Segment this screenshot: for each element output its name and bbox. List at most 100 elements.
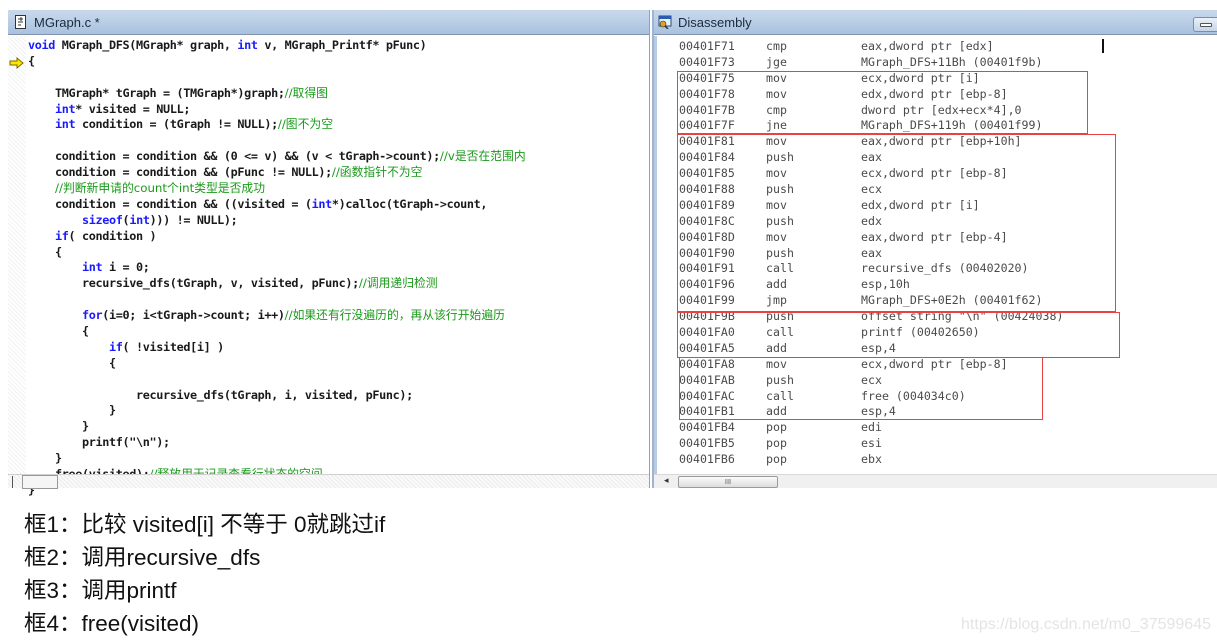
editor-gutter[interactable] (8, 36, 26, 474)
asm-row[interactable]: 00401F71 cmp eax,dword ptr [edx] (679, 39, 1063, 55)
code-keyword: int (55, 117, 76, 132)
code-text: condition = condition && (0 <= v) && (v … (28, 149, 440, 164)
asm-opcode: cmp (766, 39, 787, 53)
asm-row[interactable]: 00401F90 push eax (679, 246, 1063, 262)
asm-lines: 00401F71 cmp eax,dword ptr [edx] 00401F73 jg… (679, 39, 1063, 468)
asm-opcode: add (766, 277, 787, 292)
code-text: { (28, 355, 116, 370)
asm-row[interactable]: 00401F7B cmp dword ptr [edx+ecx*4],0 (679, 103, 1063, 119)
code-keyword: for (82, 308, 103, 323)
disassembly-listing[interactable]: 00401F71 cmp eax,dword ptr [edx] 00401F73 jg… (654, 36, 1217, 474)
code-text: condition = (tGraph != NULL); (75, 117, 278, 132)
asm-row[interactable]: 00401F89 mov edx,dword ptr [i] (679, 198, 1063, 214)
code-editor[interactable]: void MGraph_DFS(MGraph* graph, int v, MG… (8, 36, 649, 497)
asm-row[interactable]: 00401F9B push offset string "\n" (00424038… (679, 309, 1063, 325)
asm-opcode: pop (766, 420, 787, 435)
asm-row[interactable]: 00401F81 mov eax,dword ptr [ebp+10h] (679, 134, 1063, 150)
asm-row[interactable]: 00401FAB push ecx (679, 373, 1063, 389)
asm-address: 00401F71 (679, 39, 735, 53)
scroll-left-arrow-icon[interactable]: ◂ (664, 476, 669, 486)
annotation-notes: 框1：比较 visited[i] 不等于 0就跳过if 框2：调用recursi… (24, 508, 385, 640)
asm-row[interactable]: 00401F8D mov eax,dword ptr [ebp-4] (679, 230, 1063, 246)
code-line: int i = 0; (28, 260, 649, 276)
asm-opcode: jne (766, 118, 787, 133)
asm-opcode: call (766, 325, 794, 340)
asm-opcode: jge (766, 54, 787, 69)
code-keyword: sizeof (82, 212, 123, 227)
asm-address: 00401F90 (679, 245, 735, 260)
c-source-file-icon (15, 15, 26, 29)
source-editor-window: MGraph.c * void MGraph_DFS(MGraph* graph… (8, 10, 650, 497)
asm-opcode: push (766, 245, 794, 260)
asm-address: 00401F88 (679, 182, 735, 197)
asm-address: 00401F81 (679, 134, 735, 149)
asm-operands: MGraph_DFS+11Bh (00401f9b) (861, 54, 1043, 69)
asm-row[interactable]: 00401F88 push ecx (679, 182, 1063, 198)
asm-row[interactable]: 00401F73 jge MGraph_DFS+11Bh (00401f9b) (679, 55, 1063, 71)
asm-row[interactable]: 00401FA8 mov ecx,dword ptr [ebp-8] (679, 357, 1063, 373)
asm-address: 00401F78 (679, 86, 735, 101)
editor-tab-title[interactable]: MGraph.c * (34, 15, 100, 30)
asm-row[interactable]: 00401F84 push eax (679, 150, 1063, 166)
asm-address: 00401F8D (679, 229, 735, 244)
asm-address: 00401F84 (679, 150, 735, 165)
asm-address: 00401F91 (679, 261, 735, 276)
code-comment: //函数指针不为空 (331, 165, 423, 180)
asm-operands: ecx,dword ptr [ebp-8] (861, 356, 1008, 371)
code-text: TMGraph* tGraph = (TMGraph*)graph; (28, 85, 285, 100)
asm-operands: MGraph_DFS+119h (00401f99) (861, 118, 1043, 133)
asm-address: 00401F96 (679, 277, 735, 292)
asm-operands: ecx,dword ptr [i] (861, 70, 980, 85)
asm-address: 00401FAB (679, 372, 735, 387)
disassembly-title: Disassembly (678, 14, 752, 30)
asm-row[interactable]: 00401F7F jne MGraph_DFS+119h (00401f99) (679, 118, 1063, 134)
asm-row[interactable]: 00401FB6 pop ebx (679, 452, 1063, 468)
asm-row[interactable]: 00401FAC call free (004034c0) (679, 389, 1063, 405)
note-box-3: 框3：调用printf (24, 578, 177, 603)
scroll-left-button[interactable] (12, 476, 22, 488)
disassembly-window: Disassembly 00401F71 cmp eax,dword ptr [ed… (652, 10, 1217, 488)
disassembly-horizontal-scrollbar[interactable]: ◂ III (654, 474, 1217, 488)
asm-row[interactable]: 00401FB5 pop esi (679, 436, 1063, 452)
code-comment: //v是否在范围内 (439, 149, 526, 164)
asm-address: 00401FB5 (679, 436, 735, 451)
asm-operands: esi (861, 436, 882, 451)
asm-opcode: pop (766, 436, 787, 451)
asm-row[interactable]: 00401FA5 add esp,4 (679, 341, 1063, 357)
asm-row[interactable]: 00401FB4 pop edi (679, 420, 1063, 436)
asm-row[interactable]: 00401FA0 call printf (00402650) (679, 325, 1063, 341)
asm-row[interactable]: 00401F99 jmp MGraph_DFS+0E2h (00401f62) (679, 293, 1063, 309)
asm-row[interactable]: 00401F96 add esp,10h (679, 277, 1063, 293)
asm-opcode: add (766, 404, 787, 419)
asm-row[interactable]: 00401F85 mov ecx,dword ptr [ebp-8] (679, 166, 1063, 182)
asm-address: 00401F85 (679, 166, 735, 181)
code-keyword: void (28, 38, 56, 52)
code-comment: //判断新申请的count个int类型是否成功 (55, 181, 265, 196)
code-line: int condition = (tGraph != NULL);//图不为空 (28, 117, 649, 133)
disassembly-window-icon (658, 15, 672, 29)
asm-operands: esp,10h (861, 277, 910, 292)
asm-row[interactable]: 00401F91 call recursive_dfs (00402020) (679, 261, 1063, 277)
asm-operands: eax (861, 150, 882, 165)
asm-operands: dword ptr [edx+ecx*4],0 (861, 102, 1022, 117)
asm-operands: edx (861, 213, 882, 228)
minimize-button[interactable] (1193, 17, 1217, 32)
code-text: } (28, 403, 116, 418)
asm-opcode: push (766, 182, 794, 197)
asm-row[interactable]: 00401F78 mov edx,dword ptr [ebp-8] (679, 87, 1063, 103)
scroll-thumb[interactable] (22, 475, 58, 489)
code-line: { (28, 54, 649, 70)
code-text: recursive_dfs(tGraph, i, visited, pFunc)… (28, 387, 413, 402)
asm-row[interactable]: 00401F8C push edx (679, 214, 1063, 230)
asm-row[interactable]: 00401FB1 add esp,4 (679, 404, 1063, 420)
editor-horizontal-scrollbar[interactable] (8, 474, 649, 489)
asm-opcode: add (766, 340, 787, 355)
code-keyword: if (55, 228, 69, 243)
scroll-thumb[interactable]: III (678, 476, 778, 488)
asm-row[interactable]: 00401F75 mov ecx,dword ptr [i] (679, 71, 1063, 87)
asm-address: 00401F99 (679, 293, 735, 308)
asm-opcode: mov (766, 229, 787, 244)
asm-opcode: push (766, 150, 794, 165)
